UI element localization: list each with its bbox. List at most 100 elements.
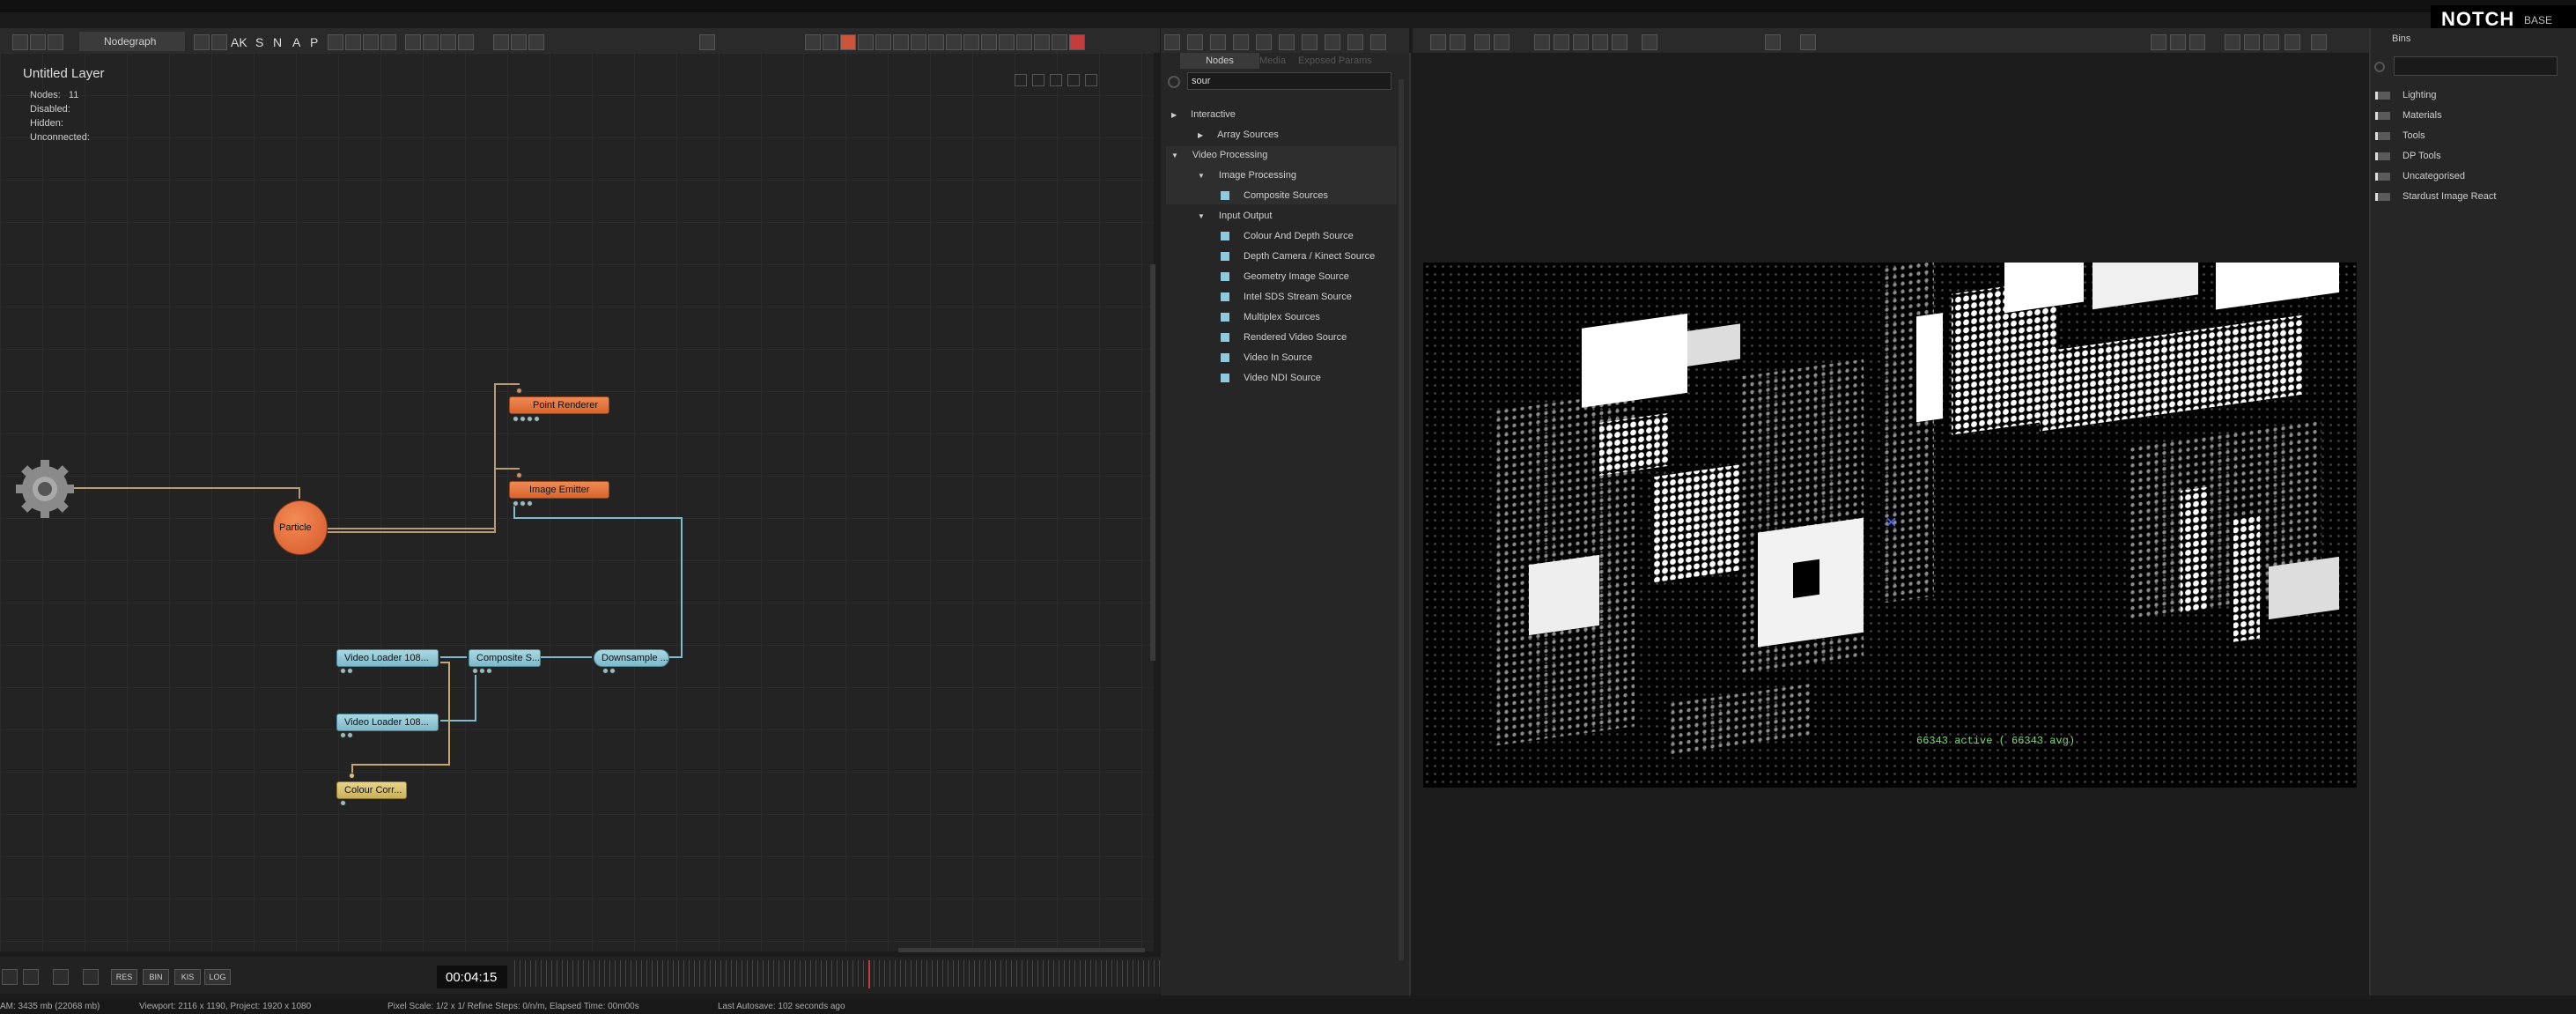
viewport-zoom-icon[interactable]: [2244, 34, 2260, 50]
viewport-minimize-icon[interactable]: [2311, 34, 2327, 50]
viewport-target-icon[interactable]: [1573, 34, 1589, 50]
image-emitter-node[interactable]: Image Emitter: [509, 481, 609, 499]
expand-arrow-icon[interactable]: ▼: [1198, 172, 1205, 180]
viewport-frame-icon[interactable]: [1592, 34, 1608, 50]
timeline-playhead[interactable]: [868, 960, 870, 988]
viewport-lights-icon[interactable]: [1800, 34, 1816, 50]
colour-correction-output-pin[interactable]: [340, 800, 346, 806]
tree-row-video-processing[interactable]: ▼ Video Processing: [1171, 150, 1267, 160]
res-button[interactable]: RES: [111, 969, 137, 985]
image-emitter-input-pin[interactable]: [516, 472, 522, 478]
viewport-camera-icon[interactable]: [2151, 34, 2166, 50]
tree-row-rendered-video-source[interactable]: Rendered Video Source: [1221, 332, 1347, 343]
rewind-icon[interactable]: [1210, 34, 1226, 50]
point-renderer-output-pin-1[interactable]: [513, 416, 519, 422]
viewport-expand-icon[interactable]: [2263, 34, 2279, 50]
tree-row-image-processing[interactable]: ▼ Image Processing: [1198, 170, 1296, 181]
step-back-icon[interactable]: [1233, 34, 1249, 50]
node-browser-scrollbar[interactable]: [1399, 79, 1404, 960]
expand-arrow-icon[interactable]: ▶: [1198, 131, 1203, 139]
loop-icon[interactable]: [1347, 34, 1363, 50]
bin-item-dp-tools[interactable]: DP Tools: [2375, 151, 2441, 161]
image-emitter-output-pin-3[interactable]: [527, 500, 533, 507]
timeline-gear-icon[interactable]: [2, 969, 18, 985]
viewport-snap-icon[interactable]: [1554, 34, 1569, 50]
bin-item-materials[interactable]: Materials: [2375, 110, 2442, 121]
nodegraph-vertical-scrollbar[interactable]: [1150, 264, 1155, 661]
timeline-tool-icon-1[interactable]: [23, 969, 39, 985]
viewport-rotate-icon[interactable]: [1450, 34, 1465, 50]
tab-media[interactable]: Media: [1259, 53, 1295, 69]
image-emitter-output-pin-1[interactable]: [513, 500, 519, 507]
skip-start-icon[interactable]: [1164, 34, 1180, 50]
tree-row-multiplex-sources[interactable]: Multiplex Sources: [1221, 312, 1320, 322]
fast-forward-icon[interactable]: [1325, 34, 1340, 50]
video-loader-2-pin-2[interactable]: [347, 732, 353, 738]
expand-arrow-icon[interactable]: ▼: [1171, 152, 1178, 159]
viewport-menu-icon[interactable]: [2225, 34, 2240, 50]
timeline-tool-icon-2[interactable]: [53, 969, 69, 985]
point-renderer-output-pin-3[interactable]: [527, 416, 533, 422]
tree-row-input-output[interactable]: ▼ Input Output: [1198, 211, 1272, 221]
bin-item-stardust-image-react[interactable]: Stardust Image React: [2375, 191, 2496, 202]
bin-item-lighting[interactable]: Lighting: [2375, 90, 2437, 100]
point-renderer-node[interactable]: Point Renderer: [509, 396, 609, 414]
kis-button[interactable]: KIS: [174, 969, 201, 985]
expand-arrow-icon[interactable]: ▶: [1171, 111, 1177, 119]
viewport-grid-icon[interactable]: [1642, 34, 1657, 50]
composite-pin-3[interactable]: [486, 668, 492, 674]
viewport-move-icon[interactable]: [1494, 34, 1509, 50]
tree-row-depth-camera-source[interactable]: Depth Camera / Kinect Source: [1221, 251, 1375, 262]
viewport-layout-icon[interactable]: [1765, 34, 1781, 50]
tree-row-colour-depth-source[interactable]: Colour And Depth Source: [1221, 231, 1354, 241]
particle-node[interactable]: Particle: [273, 500, 328, 555]
viewport-bars-icon[interactable]: [1612, 34, 1628, 50]
nodegraph-horizontal-scrollbar[interactable]: [898, 948, 1145, 952]
viewport-scale-icon[interactable]: [1474, 34, 1490, 50]
downsample-pin-1[interactable]: [602, 668, 609, 674]
video-loader-node-2[interactable]: Video Loader 108...: [336, 714, 439, 731]
viewport-ak-icon[interactable]: [1534, 34, 1550, 50]
viewport-fit-icon[interactable]: [2189, 34, 2205, 50]
timeline-ruler[interactable]: [514, 960, 1161, 987]
colour-correction-node[interactable]: Colour Corr...: [336, 781, 407, 799]
video-loader-1-pin-1[interactable]: [340, 668, 346, 674]
log-button[interactable]: LOG: [204, 969, 231, 985]
node-search-input[interactable]: [1187, 72, 1391, 90]
point-renderer-output-pin-2[interactable]: [520, 416, 526, 422]
timeline-back-icon[interactable]: [83, 969, 99, 985]
tree-row-video-ndi-source[interactable]: Video NDI Source: [1221, 373, 1321, 383]
root-node-gear-icon[interactable]: [14, 458, 76, 520]
composite-pin-1[interactable]: [472, 668, 478, 674]
tree-row-interactive[interactable]: ▶ Interactive: [1171, 109, 1236, 120]
bins-search-input[interactable]: [2394, 56, 2558, 76]
skip-end-icon[interactable]: [1370, 34, 1386, 50]
viewport-photo-icon[interactable]: [2284, 34, 2300, 50]
tab-exposed-params[interactable]: Exposed Params: [1298, 53, 1395, 69]
bin-item-tools[interactable]: Tools: [2375, 130, 2425, 141]
composite-pin-2[interactable]: [479, 668, 485, 674]
expand-arrow-icon[interactable]: ▼: [1198, 212, 1205, 220]
bin-button[interactable]: BIN: [143, 969, 169, 985]
reverse-icon[interactable]: [1256, 34, 1272, 50]
prev-key-icon[interactable]: [1187, 34, 1203, 50]
tab-nodes[interactable]: Nodes: [1180, 53, 1259, 69]
viewport-pan-icon[interactable]: [2170, 34, 2186, 50]
render-output[interactable]: × 66343 active ( 66343 avg): [1423, 263, 2357, 788]
tree-row-video-in-source[interactable]: Video In Source: [1221, 352, 1312, 363]
step-forward-icon[interactable]: [1302, 34, 1318, 50]
tree-row-composite-sources[interactable]: Composite Sources: [1221, 190, 1328, 201]
image-emitter-output-pin-2[interactable]: [520, 500, 526, 507]
tree-row-geometry-image-source[interactable]: Geometry Image Source: [1221, 271, 1349, 282]
video-loader-1-pin-2[interactable]: [347, 668, 353, 674]
bin-item-uncategorised[interactable]: Uncategorised: [2375, 171, 2465, 181]
viewport-axis-icon[interactable]: [1430, 34, 1446, 50]
tree-row-array-sources[interactable]: ▶ Array Sources: [1198, 130, 1279, 140]
play-icon[interactable]: [1279, 34, 1295, 50]
point-renderer-output-pin-4[interactable]: [534, 416, 540, 422]
timecode-display[interactable]: 00:04:15: [437, 966, 507, 988]
video-loader-node-1[interactable]: Video Loader 108...: [336, 649, 439, 667]
tree-row-intel-stream-source[interactable]: Intel SDS Stream Source: [1221, 292, 1352, 302]
downsample-node[interactable]: Downsample ...: [594, 649, 669, 667]
downsample-pin-2[interactable]: [609, 668, 616, 674]
